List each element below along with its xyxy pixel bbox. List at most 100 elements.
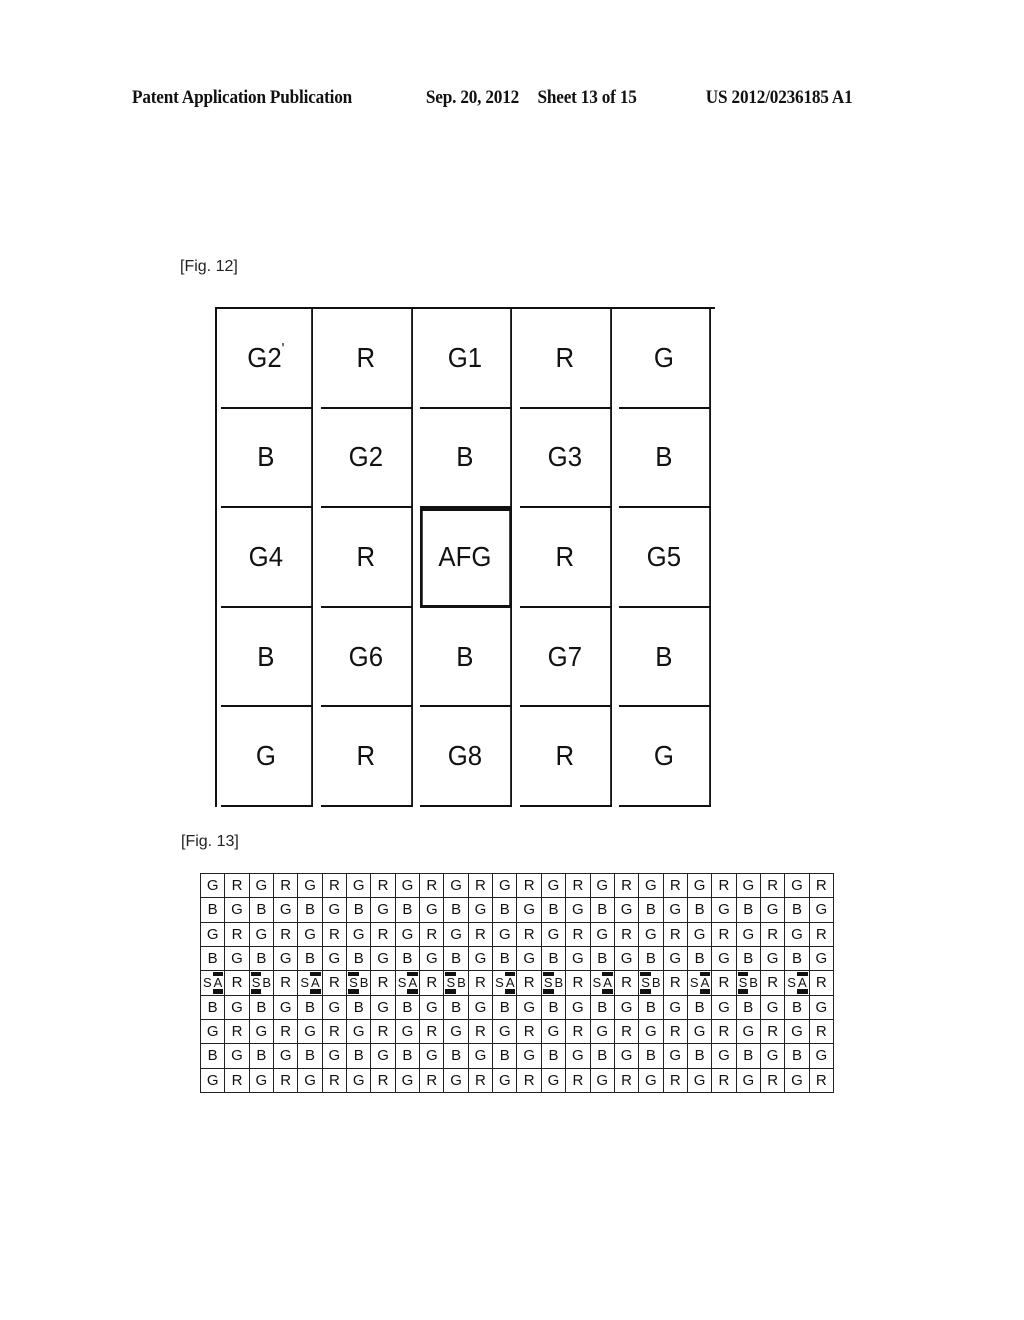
subpixel: B — [554, 975, 564, 991]
pixel-cell: B — [590, 898, 615, 923]
pixel-cell: G — [371, 947, 396, 972]
pixel-cell: R — [614, 1020, 640, 1045]
pixel-cell: G — [663, 947, 688, 972]
subpixel: B — [262, 975, 272, 991]
pixel-cell: R — [225, 971, 250, 996]
shielded-subpixel: A — [310, 972, 321, 994]
pixel-cell: G8 — [420, 707, 512, 807]
pixel-cell: B — [201, 898, 226, 923]
pixel-cell: B — [201, 1044, 226, 1069]
pixel-cell: G3 — [519, 408, 612, 509]
pixel-cell: B — [395, 898, 421, 923]
pixel-cell: R — [274, 874, 299, 899]
pixel-cell: G — [517, 947, 542, 972]
pixel-cell: G — [760, 947, 786, 972]
pixel-cell: G — [201, 874, 226, 899]
pixel-cell: B — [590, 995, 615, 1020]
shielded-subpixel: S — [445, 972, 457, 994]
pixel-cell: G — [687, 1068, 713, 1093]
pixel-cell: G — [809, 947, 834, 972]
pixel-cell: R — [517, 971, 542, 996]
pixel-cell: B — [687, 898, 713, 923]
pixel-cell: G — [493, 922, 518, 947]
pixel-cell: R — [320, 508, 413, 608]
pixel-cell: G — [371, 1044, 396, 1069]
pixel-cell: B — [493, 995, 518, 1020]
pixel-cell: G — [395, 1020, 421, 1045]
pixel-cell: B — [298, 995, 323, 1020]
pixel-cell: R — [420, 874, 445, 899]
pixel-cell: B — [590, 947, 615, 972]
pixel-cell: G — [517, 995, 542, 1020]
pixel-cell: G — [249, 922, 275, 947]
pixel-cell: B — [687, 995, 713, 1020]
phase-diff-pixel-cell: SA — [298, 971, 323, 996]
phase-diff-pixel-cell: SB — [736, 971, 761, 996]
pixel-cell: G — [541, 874, 567, 899]
pixel-cell: G — [249, 1020, 275, 1045]
pixel-cell: B — [201, 995, 226, 1020]
pixel-cell: G — [274, 898, 299, 923]
pixel-cell: G — [444, 874, 469, 899]
subpixel: S — [787, 975, 796, 991]
pixel-cell: G — [347, 922, 372, 947]
pixel-cell: G — [785, 1068, 810, 1093]
pixel-cell: G — [298, 1068, 323, 1093]
pixel-cell: B — [493, 1044, 518, 1069]
pixel-cell: R — [712, 971, 737, 996]
pixel-cell: G — [809, 1044, 834, 1069]
pixel-cell: R — [566, 922, 591, 947]
pixel-cell: B — [395, 947, 421, 972]
pixel-cell: R — [614, 1068, 640, 1093]
pixel-cell: R — [519, 508, 612, 608]
subpixel: S — [203, 975, 212, 991]
pixel-cell: R — [420, 922, 445, 947]
pixel-cell: B — [347, 898, 372, 923]
pixel-cell: G4 — [220, 508, 313, 608]
pixel-cell: B — [541, 995, 567, 1020]
pixel-cell: G — [220, 707, 313, 807]
pixel-cell: R — [517, 922, 542, 947]
pixel-cell: G — [468, 898, 494, 923]
pixel-cell: G — [590, 874, 615, 899]
pixel-cell: G — [201, 922, 226, 947]
pixel-cell: G — [322, 1044, 348, 1069]
phase-diff-pixel-cell: SA — [590, 971, 615, 996]
pixel-cell: B — [639, 947, 664, 972]
subpixel: S — [495, 975, 504, 991]
pixel-cell: R — [809, 922, 834, 947]
pixel-cell: R — [225, 1068, 250, 1093]
pixel-cell: G — [444, 1020, 469, 1045]
pixel-cell: G — [517, 1044, 542, 1069]
pixel-cell: B — [298, 898, 323, 923]
pixel-cell: B — [298, 947, 323, 972]
pixel-cell: G — [274, 995, 299, 1020]
shielded-subpixel: S — [250, 972, 262, 994]
pixel-cell: B — [201, 947, 226, 972]
pixel-cell: G — [395, 922, 421, 947]
pixel-cell: G — [541, 1020, 567, 1045]
pixel-cell: G — [712, 1044, 737, 1069]
publication-date: Sep. 20, 2012 — [425, 88, 520, 108]
pixel-cell: G — [347, 874, 372, 899]
pixel-cell: G — [517, 898, 542, 923]
pixel-cell: B — [785, 995, 810, 1020]
pixel-cell: G — [566, 898, 591, 923]
pixel-cell: B — [785, 947, 810, 972]
pixel-cell: B — [249, 995, 275, 1020]
pixel-cell: G — [468, 995, 494, 1020]
pixel-cell: G — [249, 1068, 275, 1093]
pixel-cell: G — [590, 1020, 615, 1045]
pixel-cell: G — [639, 1020, 664, 1045]
subpixel: S — [397, 975, 407, 991]
pixel-cell: B — [785, 898, 810, 923]
pixel-cell: G — [444, 1068, 469, 1093]
subpixel: B — [359, 975, 369, 991]
pixel-cell: R — [225, 874, 250, 899]
pixel-cell: B — [493, 947, 518, 972]
pixel-cell: B — [541, 1044, 567, 1069]
shielded-subpixel: S — [348, 972, 359, 994]
pixel-cell: B — [347, 995, 372, 1020]
fig12-label: [Fig. 12] — [180, 258, 238, 275]
phase-diff-pixel-cell: SB — [444, 971, 469, 996]
